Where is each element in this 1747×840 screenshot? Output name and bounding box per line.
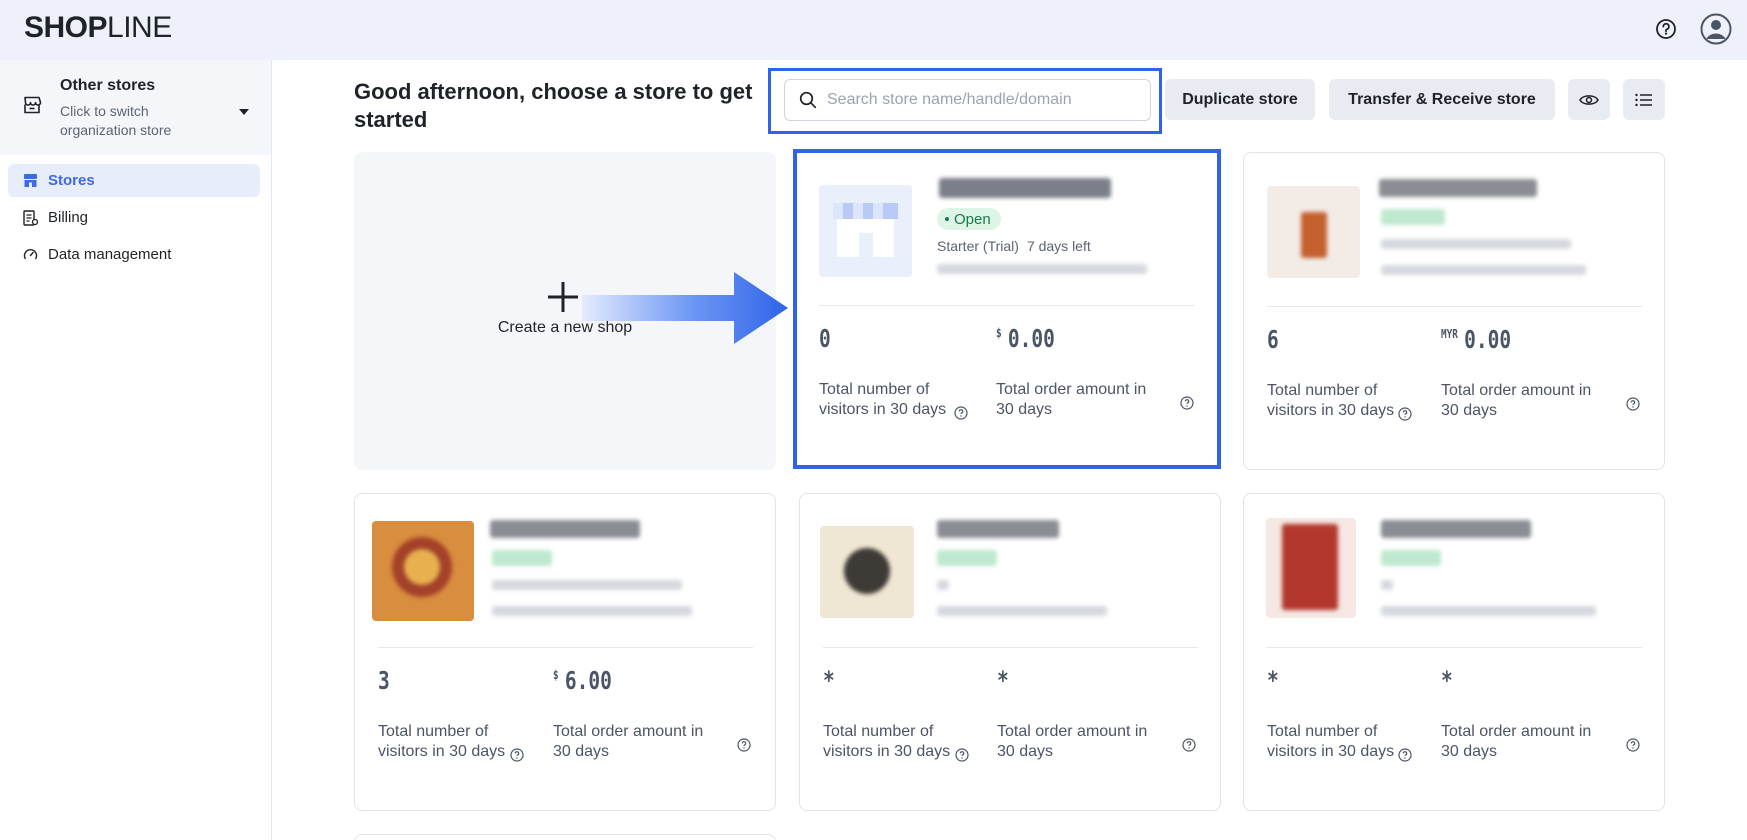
domain-redacted: [1381, 606, 1596, 616]
card-divider: [1267, 647, 1642, 648]
visitors-label: Total number of visitors in 30 days: [378, 723, 506, 760]
plan-info: Starter (Trial) 7 days left: [937, 238, 1091, 254]
sidebar-item-label: Stores: [48, 172, 95, 189]
status-redacted: [492, 550, 552, 566]
transfer-receive-store-button[interactable]: Transfer & Receive store: [1329, 79, 1555, 120]
visitors-value: 3: [378, 666, 390, 695]
search-input[interactable]: [827, 91, 1127, 109]
question-icon[interactable]: [1626, 397, 1640, 411]
question-icon[interactable]: [737, 738, 751, 752]
store-outline-icon: [22, 95, 42, 120]
visitors-label: Total number of visitors in 30 days: [1267, 382, 1395, 419]
question-icon[interactable]: [510, 748, 524, 762]
order-amount-label: Total order amount in 30 days: [553, 723, 704, 760]
billing-icon: [22, 209, 38, 226]
search-box[interactable]: [784, 79, 1151, 121]
visitors-label: Total number of visitors in 30 days: [1267, 723, 1395, 760]
user-avatar-icon[interactable]: [1700, 13, 1732, 45]
org-title: Other stores: [60, 77, 156, 94]
card-divider: [1267, 306, 1642, 307]
store-name-redacted: [937, 520, 1059, 538]
status-badge: Open: [937, 208, 1001, 230]
domain-redacted: [937, 606, 1107, 616]
visitors-value: *: [823, 666, 835, 695]
store-thumbnail: [820, 526, 914, 618]
shopline-logo[interactable]: SHOPLINE: [24, 11, 172, 45]
store-card[interactable]: 6 MYR 0.00 Total number of visitors in 30…: [1243, 152, 1665, 470]
visitors-value: 0: [819, 324, 831, 353]
store-name-redacted: [939, 178, 1111, 198]
order-amount-label: Total order amount in 30 days: [1441, 723, 1592, 760]
status-redacted: [1381, 209, 1445, 225]
top-bar: SHOPLINE: [0, 0, 1747, 60]
page-title: Good afternoon, choose a store to get st…: [354, 79, 753, 132]
card-divider: [378, 647, 753, 648]
plan-redacted: [1381, 580, 1393, 590]
order-amount-label: Total order amount in 30 days: [997, 723, 1148, 760]
caret-down-icon[interactable]: [239, 103, 249, 121]
order-amount-value: *: [1441, 666, 1453, 695]
order-amount-value: $0.00: [996, 324, 1055, 353]
sidebar-item-label: Billing: [48, 209, 89, 226]
visitors-label: Total number of visitors in 30 days: [819, 381, 947, 418]
search-highlight: [768, 68, 1162, 134]
sidebar-item-billing[interactable]: Billing: [8, 201, 260, 234]
order-amount-value: *: [997, 666, 1009, 695]
store-name-redacted: [1381, 520, 1531, 538]
domain-redacted: [937, 264, 1147, 274]
store-name-redacted: [490, 520, 640, 538]
store-card-partial: [354, 834, 776, 840]
search-icon: [799, 91, 817, 109]
list-icon[interactable]: [1623, 79, 1665, 120]
store-thumbnail: [1266, 518, 1356, 618]
store-card[interactable]: 3 $6.00 Total number of visitors in 30 d…: [354, 493, 776, 811]
sidebar-item-stores[interactable]: Stores: [8, 164, 260, 197]
store-name-redacted: [1379, 179, 1537, 197]
sidebar: Other stores Click to switch organizatio…: [0, 60, 272, 840]
org-subtitle: Click to switch organization store: [60, 103, 172, 138]
order-amount-value: MYR 0.00: [1441, 325, 1512, 354]
question-icon[interactable]: [955, 748, 969, 762]
visitors-value: *: [1267, 666, 1279, 695]
store-thumbnail: [372, 521, 474, 621]
duplicate-store-button[interactable]: Duplicate store: [1165, 79, 1315, 120]
visitors-label: Total number of visitors in 30 days: [823, 723, 951, 760]
order-amount-label: Total order amount in 30 days: [996, 381, 1147, 418]
question-icon[interactable]: [1182, 738, 1196, 752]
question-icon[interactable]: [954, 406, 968, 420]
gauge-icon: [22, 247, 38, 263]
store-thumbnail: [819, 185, 912, 277]
sidebar-item-data-management[interactable]: Data management: [8, 238, 260, 271]
arrow-annotation: [582, 272, 788, 344]
order-amount-label: Total order amount in 30 days: [1441, 382, 1592, 419]
status-redacted: [1381, 550, 1441, 566]
question-icon[interactable]: [1398, 407, 1412, 421]
visitors-value: 6: [1267, 325, 1279, 354]
question-icon[interactable]: [1398, 748, 1412, 762]
plan-redacted: [937, 580, 949, 590]
eye-icon[interactable]: [1568, 79, 1610, 120]
store-icon: [22, 173, 38, 189]
sidebar-item-label: Data management: [48, 246, 172, 263]
domain-redacted: [1381, 265, 1586, 275]
store-card[interactable]: Open Starter (Trial) 7 days left 0 $0.00 …: [793, 149, 1221, 470]
question-icon[interactable]: [1626, 738, 1640, 752]
help-circle-icon[interactable]: [1650, 13, 1682, 45]
order-amount-value: $6.00: [553, 666, 612, 695]
store-card[interactable]: * * Total number of visitors in 30 days …: [1243, 493, 1665, 811]
domain-redacted: [492, 606, 692, 616]
card-divider: [819, 305, 1194, 306]
organization-switcher[interactable]: Other stores Click to switch organizatio…: [0, 60, 271, 155]
plan-redacted: [492, 580, 682, 590]
plan-redacted: [1381, 239, 1571, 249]
plus-icon: [546, 280, 580, 314]
question-icon[interactable]: [1180, 396, 1194, 410]
store-card[interactable]: * * Total number of visitors in 30 days …: [799, 493, 1221, 811]
card-divider: [823, 647, 1198, 648]
store-thumbnail: [1267, 186, 1360, 278]
status-redacted: [937, 550, 997, 566]
